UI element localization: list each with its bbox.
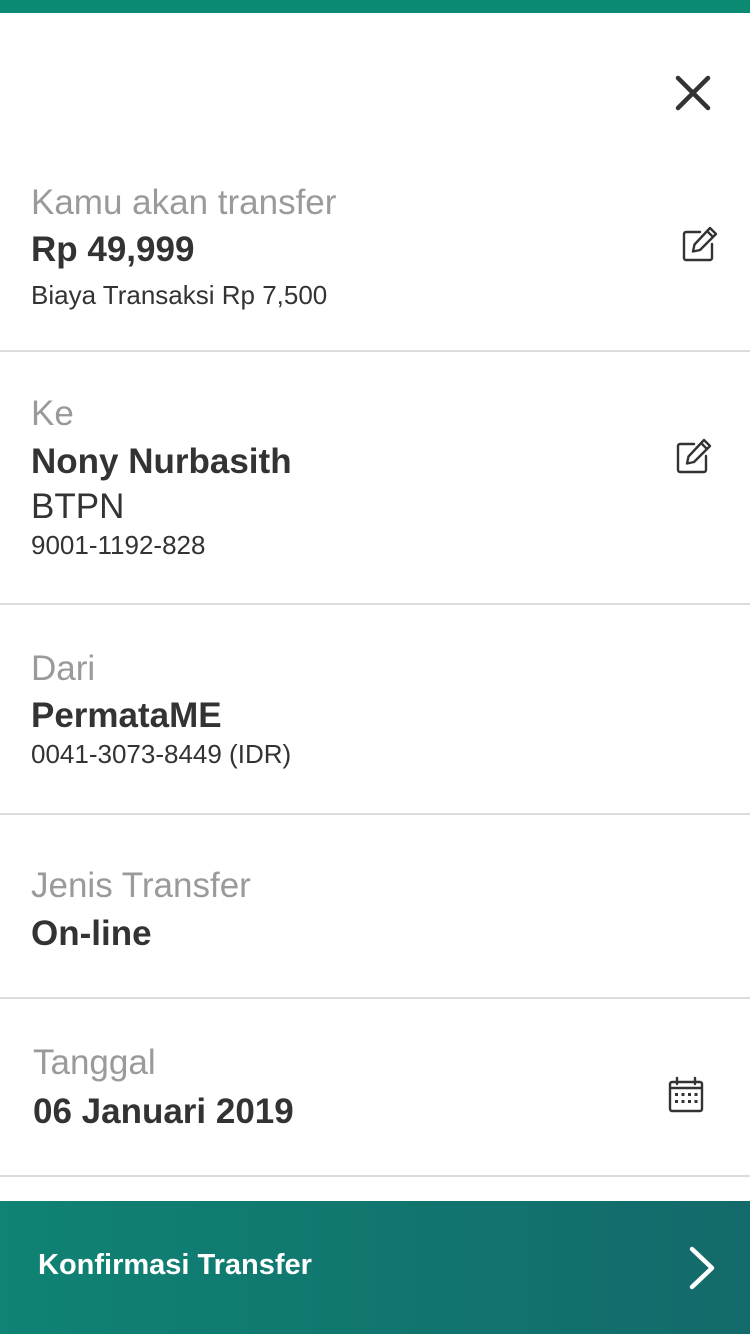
source-label: Dari	[31, 649, 96, 688]
edit-icon	[682, 226, 718, 262]
date-value: 06 Januari 2019	[33, 1092, 294, 1131]
transfer-type-value: On-line	[31, 914, 152, 953]
confirm-transfer-label: Konfirmasi Transfer	[38, 1249, 312, 1281]
close-button[interactable]	[668, 68, 718, 118]
recipient-name: Nony Nurbasith	[31, 442, 292, 481]
recipient-section: Ke Nony Nurbasith BTPN 9001-1192-828	[0, 352, 750, 605]
source-account-section: Dari PermataME 0041-3073-8449 (IDR)	[0, 605, 750, 815]
transfer-amount-label: Kamu akan transfer	[31, 183, 337, 222]
edit-amount-button[interactable]	[680, 224, 720, 264]
date-picker-button[interactable]	[666, 1075, 706, 1115]
date-label: Tanggal	[33, 1043, 156, 1082]
top-accent-bar	[0, 0, 750, 13]
edit-recipient-button[interactable]	[674, 436, 714, 476]
transfer-type-label: Jenis Transfer	[31, 866, 251, 905]
source-name: PermataME	[31, 696, 222, 735]
recipient-bank: BTPN	[31, 487, 125, 526]
date-section: Tanggal 06 Januari 2019	[0, 999, 750, 1177]
recipient-account: 9001-1192-828	[31, 530, 206, 560]
close-icon	[675, 75, 711, 111]
transfer-amount-value: Rp 49,999	[31, 230, 195, 269]
transaction-fee: Biaya Transaksi Rp 7,500	[31, 280, 328, 310]
transfer-amount-section: Kamu akan transfer Rp 49,999 Biaya Trans…	[0, 140, 750, 352]
confirm-transfer-button[interactable]: Konfirmasi Transfer	[0, 1201, 750, 1334]
chevron-right-icon	[689, 1246, 715, 1290]
recipient-label: Ke	[31, 394, 74, 433]
edit-icon	[676, 438, 712, 474]
calendar-icon	[668, 1076, 704, 1113]
source-account: 0041-3073-8449 (IDR)	[31, 739, 292, 769]
transfer-type-section: Jenis Transfer On-line	[0, 815, 750, 999]
